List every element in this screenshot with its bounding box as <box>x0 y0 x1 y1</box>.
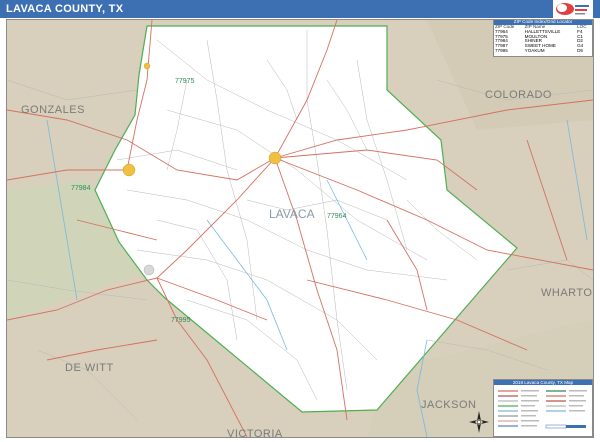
zip-loc-cell: D5 <box>577 47 583 53</box>
city-moulton <box>143 62 151 70</box>
label-de-witt: DE WITT <box>65 362 114 374</box>
city-shiner <box>122 163 136 177</box>
map-title: LAVACA COUNTY, TX <box>0 0 600 18</box>
label-lavaca: LAVACA <box>269 207 315 221</box>
brand-logo-icon <box>553 0 593 18</box>
zip-index-table: ZIP Code Index/Grid Locator ZIP Code ZIP… <box>493 19 593 57</box>
zip-label-77984: 77984 <box>71 185 91 192</box>
city-hallettsville <box>268 151 282 165</box>
zip-name-cell: YOAKUM <box>524 47 545 53</box>
city-yoakum <box>143 264 155 276</box>
zip-label-77975: 77975 <box>175 78 195 85</box>
label-victoria: VICTORIA <box>227 428 283 437</box>
zip-label-77964: 77964 <box>327 213 347 220</box>
label-colorado: COLORADO <box>485 89 552 101</box>
label-gonzales: GONZALES <box>21 104 85 116</box>
legend-swatches <box>498 390 587 429</box>
map-legend: 2018 Lavaca County, TX Map <box>493 379 593 437</box>
zip-label-77995: 77995 <box>171 317 191 324</box>
compass-north-icon <box>468 410 490 434</box>
map-frame[interactable]: GONZALES COLORADO WHARTON DE WITT JACKSO… <box>6 19 594 438</box>
zip-table-grid: ZIP Code ZIP Name LOC 77964 HALLETTSVILL… <box>494 24 592 54</box>
table-row: 77995 YOAKUM D5 <box>494 47 592 54</box>
zip-code-cell: 77995 <box>495 47 508 53</box>
label-wharton: WHARTON <box>541 287 593 299</box>
map-canvas[interactable]: GONZALES COLORADO WHARTON DE WITT JACKSO… <box>7 20 593 437</box>
